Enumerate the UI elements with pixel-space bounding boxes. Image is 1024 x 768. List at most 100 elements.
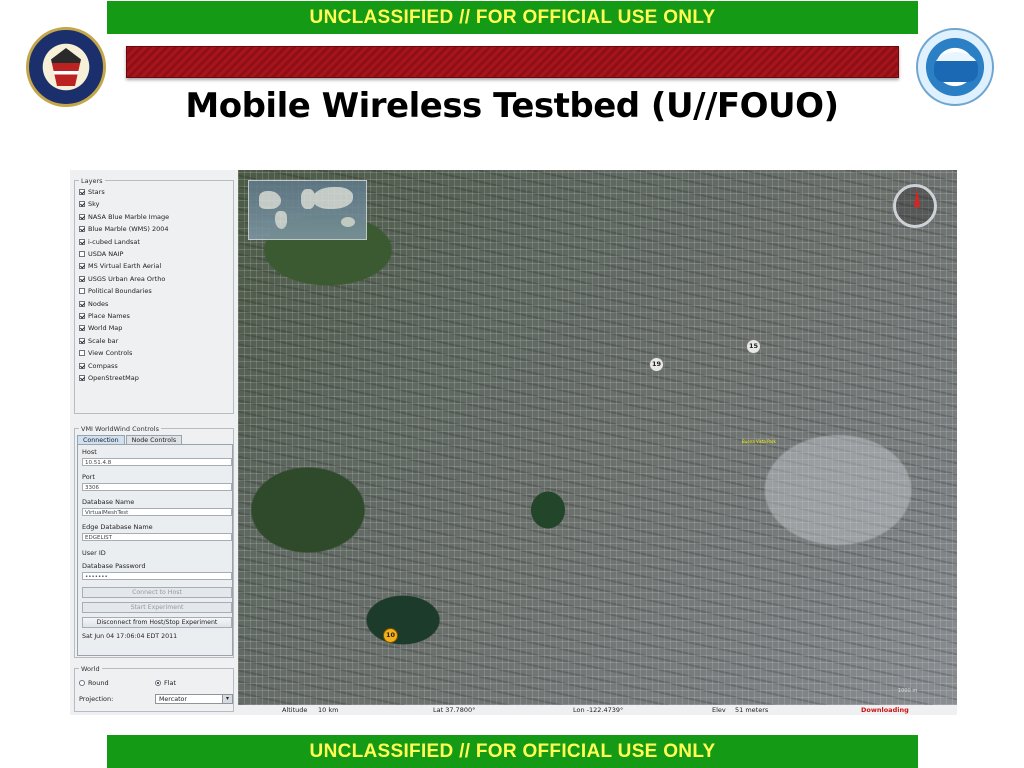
map-node-10[interactable]: 10 — [383, 628, 398, 643]
layer-checkbox[interactable] — [79, 325, 85, 332]
host-field[interactable]: 10.51.4.8 — [82, 458, 232, 466]
layer-item-nodes[interactable]: Nodes — [79, 299, 108, 309]
projection-select[interactable]: Mercator ▾ — [155, 694, 233, 704]
layer-checkbox[interactable] — [79, 350, 85, 357]
connection-tab-body: Host 10.51.4.8 Port 3306 Database Name V… — [77, 444, 233, 656]
layer-label: Scale bar — [88, 336, 119, 345]
layer-checkbox[interactable] — [79, 189, 85, 195]
layer-checkbox[interactable] — [79, 300, 85, 307]
worldwind-app-window: Layers Stars Sky NASA Blue Marble Image Blu… — [70, 170, 957, 715]
layer-item-ms-virtual-earth-aerial[interactable]: MS Virtual Earth Aerial — [79, 261, 161, 271]
layer-item-stars[interactable]: Stars — [79, 187, 105, 197]
layer-label: Blue Marble (WMS) 2004 — [88, 225, 169, 234]
satellite-map-view[interactable]: 19 15 10 Buena Vista Park 1000 m — [238, 170, 957, 705]
database-password-label: Database Password — [82, 562, 146, 570]
layer-item-i-cubed-landsat[interactable]: i-cubed Landsat — [79, 237, 140, 247]
compass-icon[interactable] — [893, 184, 937, 228]
place-name-label: Buena Vista Park — [742, 439, 776, 444]
status-bar: Altitude 10 km Lat 37.7800° Lon -122.473… — [238, 705, 957, 715]
layers-panel: Layers Stars Sky NASA Blue Marble Image Blu… — [74, 177, 234, 414]
elevation-label: Elev — [712, 706, 726, 714]
layer-item-blue-marble-wms-2004[interactable]: Blue Marble (WMS) 2004 — [79, 224, 169, 234]
world-panel: World Round Flat Projection: Mercator ▾ — [74, 665, 234, 712]
layer-item-usgs-urban-area-ortho[interactable]: USGS Urban Area Ortho — [79, 274, 165, 284]
layer-label: View Controls — [88, 349, 133, 358]
connect-to-host-button[interactable]: Connect to Host — [82, 587, 232, 598]
layer-item-scale-bar[interactable]: Scale bar — [79, 336, 118, 346]
layer-checkbox[interactable] — [79, 375, 85, 381]
layer-item-openstreetmap[interactable]: OpenStreetMap — [79, 373, 139, 383]
flat-radio[interactable]: Flat — [155, 679, 176, 687]
layer-checkbox[interactable] — [79, 238, 85, 245]
worldwind-controls-panel: VMI WorldWind Controls Connection Node C… — [74, 425, 234, 658]
altitude-value: 10 km — [318, 706, 339, 714]
world-title: World — [79, 665, 102, 673]
database-name-label: Database Name — [82, 498, 135, 506]
disconnect-button[interactable]: Disconnect from Host/Stop Experiment — [82, 617, 232, 628]
controls-title: VMI WorldWind Controls — [79, 425, 161, 433]
downloading-status: Downloading — [861, 706, 909, 714]
port-field[interactable]: 3306 — [82, 483, 232, 491]
layer-checkbox[interactable] — [79, 213, 85, 220]
layer-label: World Map — [88, 324, 123, 333]
port-label: Port — [82, 473, 95, 481]
classification-banner-bottom: UNCLASSIFIED // FOR OFFICIAL USE ONLY — [107, 735, 918, 768]
layer-label: NASA Blue Marble Image — [88, 212, 170, 221]
database-password-field[interactable]: ••••••• — [82, 572, 232, 580]
map-node-15[interactable]: 15 — [746, 339, 761, 354]
edge-database-name-label: Edge Database Name — [82, 523, 153, 531]
projection-label-text: Projection: — [79, 695, 114, 703]
layer-label: Place Names — [88, 312, 130, 320]
layer-label: USDA NAIP — [88, 250, 124, 258]
edge-database-name-field[interactable]: EDGELIST — [82, 533, 232, 541]
longitude-readout: Lon -122.4739° — [573, 706, 624, 714]
host-label: Host — [82, 448, 97, 456]
flat-radio-circle — [155, 680, 161, 686]
layer-checkbox[interactable] — [79, 288, 85, 295]
left-panel: Layers Stars Sky NASA Blue Marble Image Blu… — [70, 170, 236, 715]
layer-label: Compass — [88, 361, 118, 370]
layer-checkbox[interactable] — [79, 226, 85, 233]
experiment-timestamp: Sat Jun 04 17:06:04 EDT 2011 — [82, 633, 178, 640]
scale-bar: 1000 m — [898, 688, 918, 694]
chevron-down-icon: ▾ — [222, 695, 232, 703]
map-node-19[interactable]: 19 — [649, 357, 664, 372]
user-id-label: User ID — [82, 549, 106, 557]
layer-checkbox[interactable] — [79, 313, 85, 319]
layer-checkbox[interactable] — [79, 337, 85, 344]
layer-label: Stars — [88, 188, 105, 196]
round-radio[interactable]: Round — [79, 679, 109, 687]
flat-radio-label: Flat — [164, 679, 177, 687]
slide-title: Mobile Wireless Testbed (U//FOUO) — [185, 86, 839, 126]
layer-item-place-names[interactable]: Place Names — [79, 311, 130, 321]
layer-item-nasa-blue-marble-image[interactable]: NASA Blue Marble Image — [79, 212, 169, 222]
elevation-value: 51 meters — [735, 706, 769, 714]
layer-label: i-cubed Landsat — [88, 237, 140, 246]
round-radio-circle — [79, 680, 85, 686]
layer-item-political-boundaries[interactable]: Political Boundaries — [79, 286, 152, 296]
layer-checkbox[interactable] — [79, 275, 85, 282]
layer-checkbox[interactable] — [79, 362, 85, 369]
layer-label: Nodes — [88, 299, 109, 308]
layer-label: Political Boundaries — [88, 287, 152, 296]
latitude-readout: Lat 37.7800° — [433, 706, 476, 714]
start-experiment-button[interactable]: Start Experiment — [82, 602, 232, 613]
layer-label: OpenStreetMap — [88, 374, 139, 382]
database-name-field[interactable]: VirtualMeshTest — [82, 508, 232, 516]
layer-checkbox[interactable] — [79, 201, 85, 208]
world-map-overview[interactable] — [248, 180, 367, 240]
layer-item-compass[interactable]: Compass — [79, 361, 118, 371]
layer-item-view-controls[interactable]: View Controls — [79, 348, 132, 358]
layers-title: Layers — [79, 177, 105, 185]
altitude-label: Altitude — [282, 706, 308, 714]
round-radio-label: Round — [88, 679, 109, 687]
title-accent-bar — [126, 46, 899, 78]
layer-item-usda-naip[interactable]: USDA NAIP — [79, 249, 123, 259]
projection-label: Projection: — [79, 695, 113, 703]
layer-checkbox[interactable] — [79, 263, 85, 270]
layer-checkbox[interactable] — [79, 251, 85, 257]
classification-banner-top: UNCLASSIFIED // FOR OFFICIAL USE ONLY — [107, 1, 918, 34]
layer-item-sky[interactable]: Sky — [79, 199, 100, 209]
projection-select-value: Mercator — [159, 696, 187, 703]
layer-item-world-map[interactable]: World Map — [79, 323, 122, 333]
